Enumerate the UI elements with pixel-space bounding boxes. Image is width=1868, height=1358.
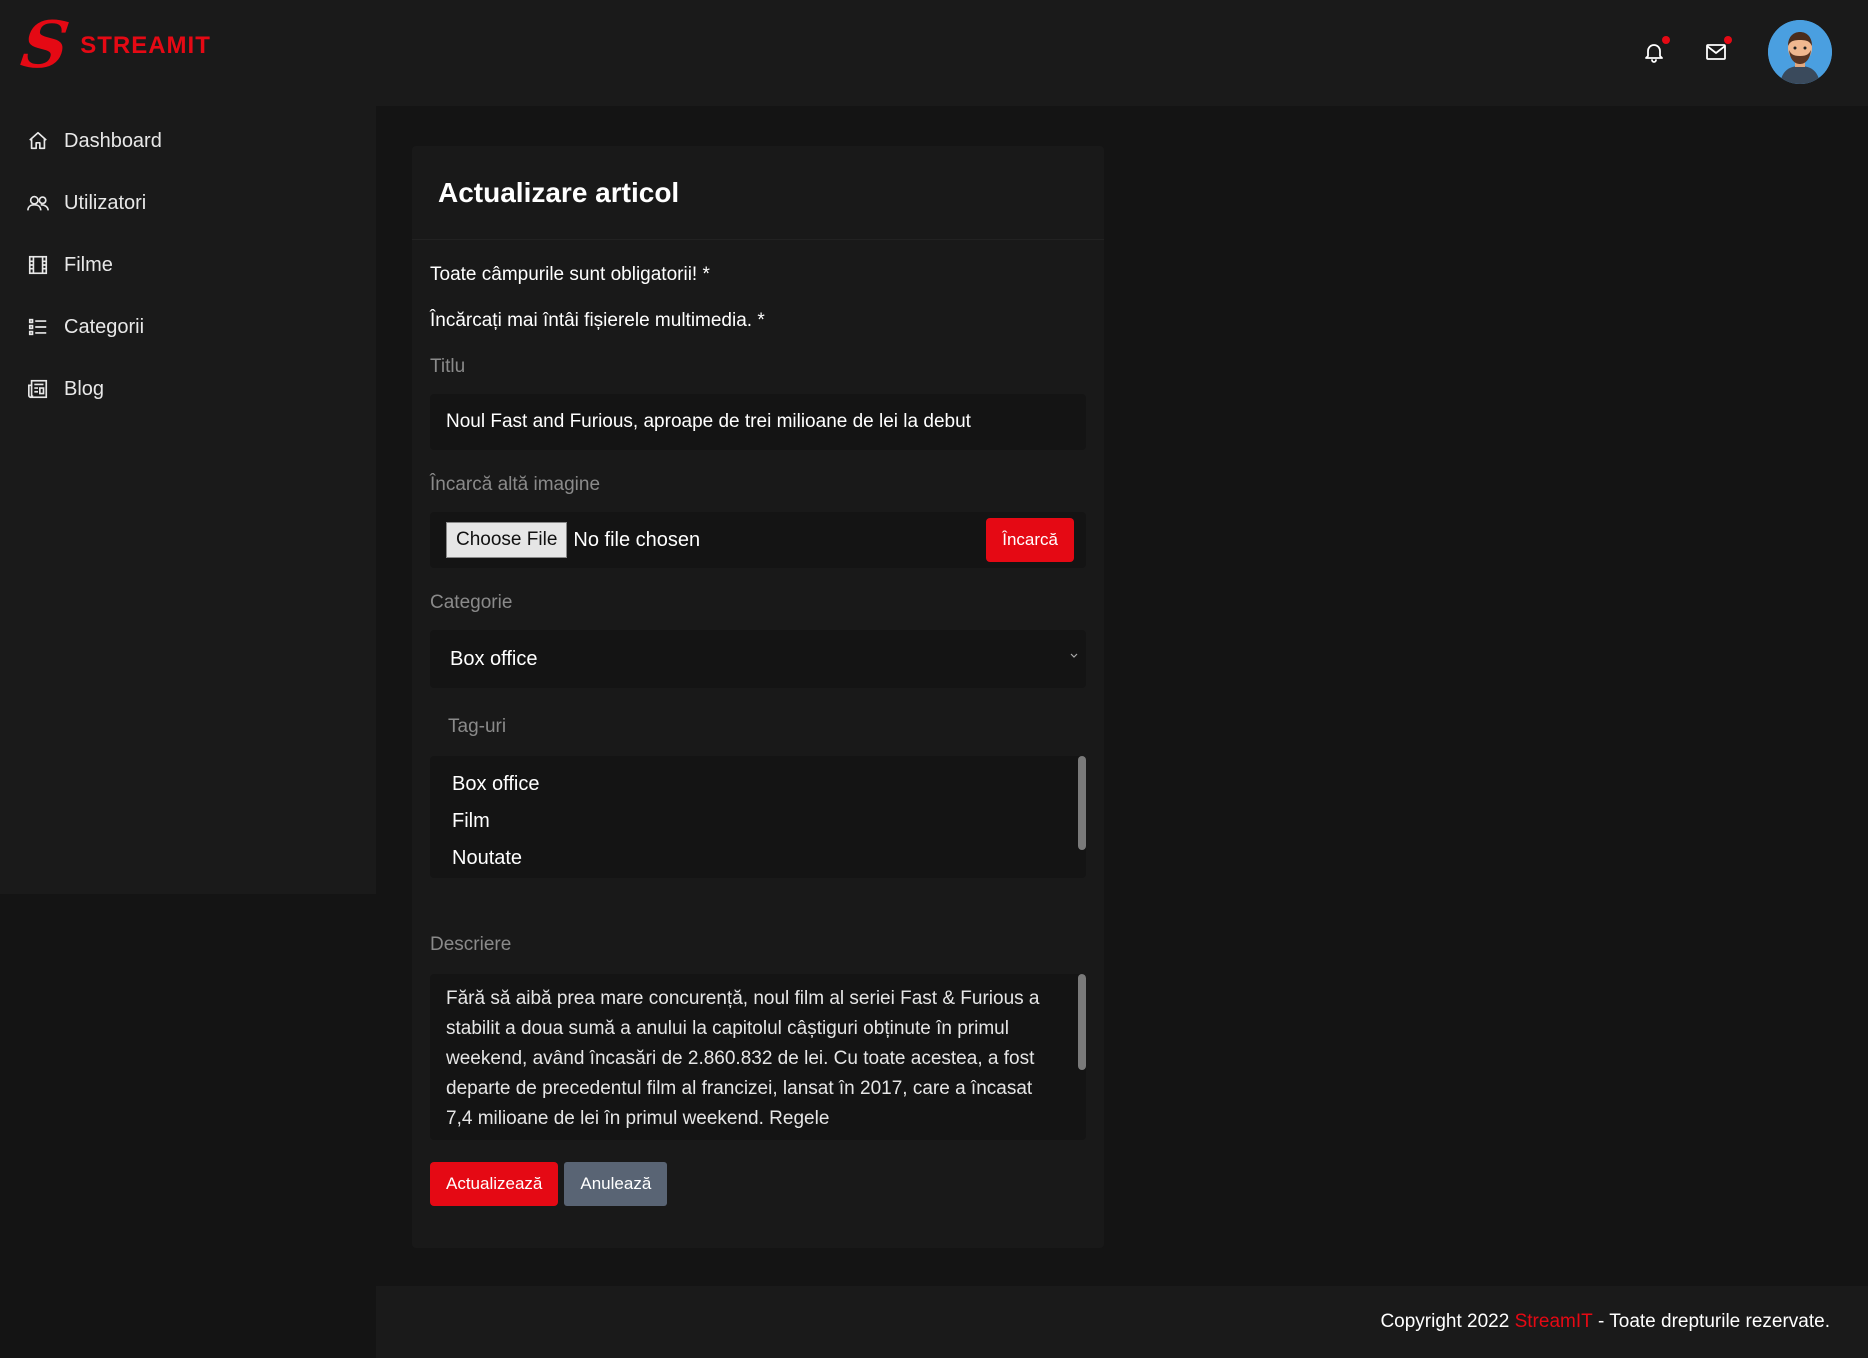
chevron-down-icon [1070, 653, 1078, 658]
top-bar: S STREAMIT [0, 0, 1868, 106]
form-body: Toate câmpurile sunt obligatorii! * Încă… [412, 264, 1104, 1206]
cancel-button[interactable]: Anulează [564, 1162, 668, 1206]
message-dot [1724, 36, 1732, 44]
list-icon [26, 315, 50, 339]
copyright-prefix: Copyright 2022 [1380, 1311, 1515, 1332]
image-file-field: Choose File No file chosen Încarcă [430, 512, 1086, 568]
tags-label: Tag-uri [448, 716, 507, 737]
newspaper-icon [26, 377, 50, 401]
category-label: Categorie [430, 592, 513, 613]
tags-scrollbar[interactable] [1078, 756, 1086, 850]
header-actions [1634, 20, 1832, 84]
sidebar-item-label: Categorii [64, 315, 145, 338]
file-status-text: No file chosen [573, 528, 701, 551]
avatar[interactable] [1768, 20, 1832, 84]
edit-article-card: Actualizare articol Toate câmpurile sunt… [412, 146, 1104, 1248]
bell-icon [1645, 44, 1663, 63]
users-icon [26, 191, 50, 215]
mail-icon [1706, 44, 1726, 60]
sidebar: Dashboard Utilizatori Filme Categorii Bl… [0, 106, 376, 894]
category-select[interactable]: Box office [430, 630, 1086, 688]
messages-button[interactable] [1696, 32, 1736, 72]
category-selected-value: Box office [450, 647, 538, 670]
update-button[interactable]: Actualizează [430, 1162, 559, 1206]
sidebar-item-movies[interactable]: Filme [0, 234, 376, 296]
main-content: Actualizare articol Toate câmpurile sunt… [376, 106, 1868, 1286]
sidebar-item-label: Dashboard [64, 129, 162, 152]
tag-option-noutate[interactable]: Noutate [452, 840, 1064, 877]
card-header: Actualizare articol [412, 146, 1104, 240]
page-title: Actualizare articol [438, 176, 680, 208]
sidebar-item-blog[interactable]: Blog [0, 358, 376, 420]
sidebar-item-label: Filme [64, 253, 113, 276]
description-scrollbar[interactable] [1078, 974, 1086, 1070]
tag-option-film[interactable]: Film [452, 803, 1064, 840]
description-text: Fără să aibă prea mare concurență, noul … [446, 988, 1040, 1129]
footer-brand-link[interactable]: StreamIT [1515, 1311, 1593, 1333]
title-label: Titlu [430, 356, 466, 377]
upload-media-note: Încărcați mai întâi fișierele multimedia… [430, 310, 765, 331]
logo[interactable]: S STREAMIT [17, 8, 211, 83]
home-icon [26, 129, 50, 153]
tag-option-box-office[interactable]: Box office [452, 766, 1064, 803]
sidebar-item-label: Utilizatori [64, 191, 147, 214]
upload-button[interactable]: Încarcă [986, 518, 1074, 562]
user-avatar-image [1768, 20, 1832, 84]
image-upload-label: Încarcă altă imagine [430, 474, 601, 495]
footer: Copyright 2022 StreamIT - Toate drepturi… [376, 1286, 1868, 1358]
tags-multiselect[interactable]: Box office Film Noutate [430, 756, 1086, 878]
film-icon [26, 253, 50, 277]
required-fields-note: Toate câmpurile sunt obligatorii! * [430, 264, 710, 285]
sidebar-item-dashboard[interactable]: Dashboard [0, 110, 376, 172]
sidebar-item-label: Blog [64, 377, 105, 400]
notification-dot [1662, 36, 1670, 44]
description-label: Descriere [430, 934, 512, 955]
description-textarea[interactable]: Fără să aibă prea mare concurență, noul … [430, 974, 1086, 1140]
sidebar-item-users[interactable]: Utilizatori [0, 172, 376, 234]
choose-file-button[interactable]: Choose File [446, 522, 568, 558]
title-input[interactable]: Noul Fast and Furious, aproape de trei m… [430, 394, 1086, 450]
sidebar-item-categories[interactable]: Categorii [0, 296, 376, 358]
copyright-suffix: - Toate drepturile rezervate. [1592, 1311, 1830, 1332]
logo-text: STREAMIT [80, 32, 211, 59]
notifications-button[interactable] [1634, 32, 1674, 72]
logo-mark: S [16, 8, 74, 83]
form-actions: Actualizează Anulează [430, 1162, 1086, 1206]
